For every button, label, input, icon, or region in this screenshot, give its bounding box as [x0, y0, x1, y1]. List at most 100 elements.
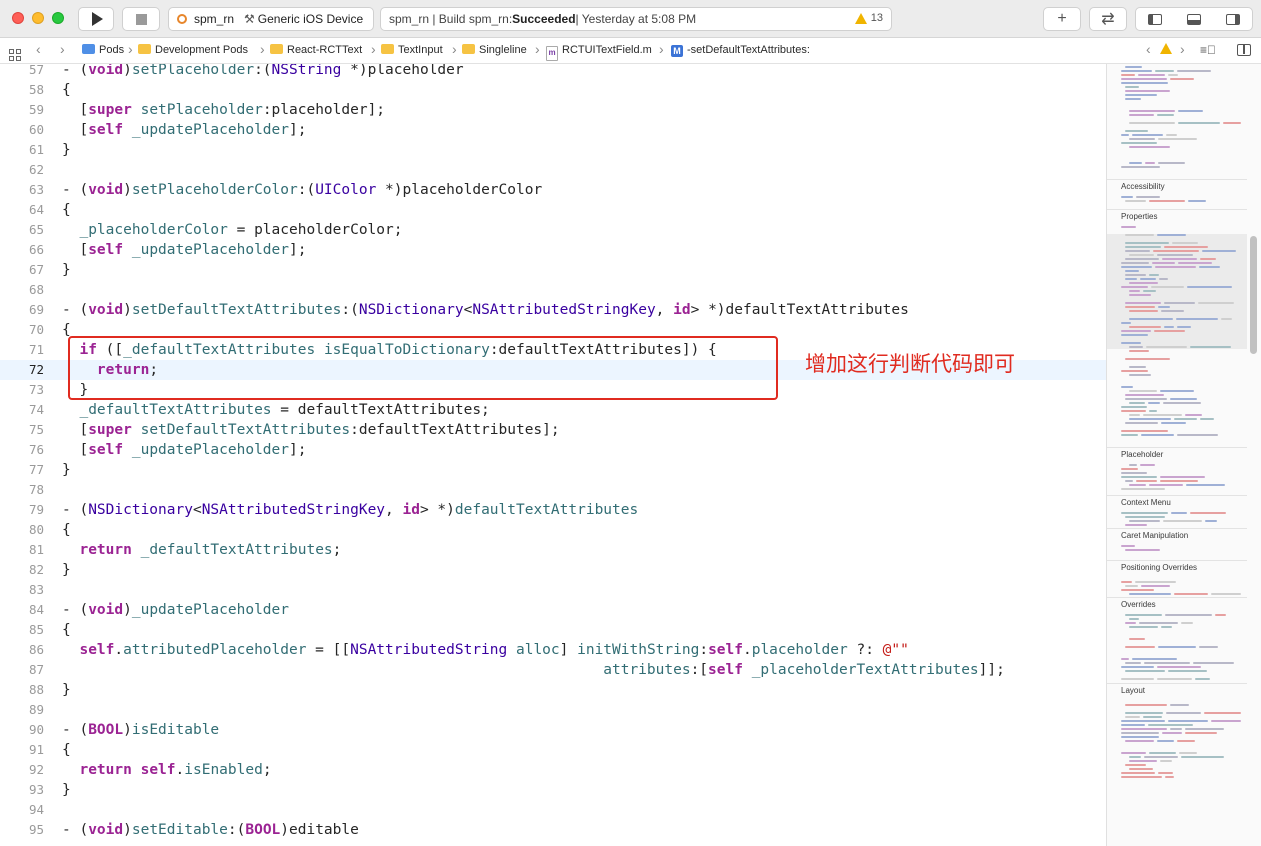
line-number[interactable]: 87: [0, 660, 44, 680]
breadcrumb-pods[interactable]: Pods: [82, 44, 124, 56]
line-number[interactable]: 84: [0, 600, 44, 620]
code-line[interactable]: 92 return self.isEnabled;: [0, 760, 1106, 780]
line-number[interactable]: 59: [0, 100, 44, 120]
line-number[interactable]: 78: [0, 480, 44, 500]
code-line[interactable]: 91 {: [0, 740, 1106, 760]
minimap-section-label[interactable]: Properties: [1121, 212, 1157, 221]
code-line[interactable]: 77}: [0, 460, 1106, 480]
code-line[interactable]: 59 [super setPlaceholder:placeholder];: [0, 100, 1106, 120]
code-review-button[interactable]: ⇄: [1089, 7, 1127, 31]
code-line[interactable]: 63 - (void)setPlaceholderColor:(UIColor *…: [0, 180, 1106, 200]
code-line[interactable]: 86 self.attributedPlaceholder = [[NSAttr…: [0, 640, 1106, 660]
breadcrumb-file[interactable]: m RCTUITextField.m: [546, 44, 652, 61]
code-line[interactable]: 58 {: [0, 80, 1106, 100]
vertical-scrollbar[interactable]: [1250, 236, 1257, 354]
code-line[interactable]: 60 [self _updatePlaceholder];: [0, 120, 1106, 140]
minimap[interactable]: Accessibility Properties Placeholder Contex…: [1106, 64, 1261, 846]
code-line[interactable]: 65 _placeholderColor = placeholderColor;: [0, 220, 1106, 240]
line-number[interactable]: 89: [0, 700, 44, 720]
line-number[interactable]: 82: [0, 560, 44, 580]
line-number[interactable]: 85: [0, 620, 44, 640]
line-number[interactable]: 68: [0, 280, 44, 300]
related-items-icon[interactable]: [9, 45, 21, 61]
line-number[interactable]: 58: [0, 80, 44, 100]
line-number[interactable]: 90: [0, 720, 44, 740]
line-number[interactable]: 81: [0, 540, 44, 560]
breadcrumb-development-pods[interactable]: Development Pods: [138, 44, 248, 56]
editor-options-icon[interactable]: ≡⃞: [1200, 43, 1216, 57]
close-window-button[interactable]: [12, 12, 24, 24]
line-number[interactable]: 65: [0, 220, 44, 240]
code-line[interactable]: 88}: [0, 680, 1106, 700]
code-line[interactable]: 64 {: [0, 200, 1106, 220]
line-number[interactable]: 57: [0, 64, 44, 80]
breadcrumb-singleline[interactable]: Singleline: [462, 44, 527, 56]
activity-viewer[interactable]: spm_rn | Build spm_rn: Succeeded | Yeste…: [380, 7, 892, 31]
minimap-section-label[interactable]: Accessibility: [1121, 182, 1165, 191]
code-line[interactable]: 81 return _defaultTextAttributes;: [0, 540, 1106, 560]
code-line[interactable]: 83: [0, 580, 1106, 600]
minimap-section-label[interactable]: Caret Manipulation: [1121, 531, 1188, 540]
code-line[interactable]: 78: [0, 480, 1106, 500]
minimap-section-label[interactable]: Positioning Overrides: [1121, 563, 1197, 572]
source-editor[interactable]: 57- (void)setPlaceholder:(NSString *)pla…: [0, 64, 1106, 846]
code-line[interactable]: 75 [super setDefaultTextAttributes:defau…: [0, 420, 1106, 440]
code-line[interactable]: 79 - (NSDictionary<NSAttributedStringKey,…: [0, 500, 1106, 520]
line-number[interactable]: 93: [0, 780, 44, 800]
line-number[interactable]: 74: [0, 400, 44, 420]
code-line[interactable]: 67}: [0, 260, 1106, 280]
code-line[interactable]: 94: [0, 800, 1106, 820]
line-number[interactable]: 69: [0, 300, 44, 320]
back-chevron-icon[interactable]: ‹: [36, 41, 41, 57]
minimap-section-label[interactable]: Placeholder: [1121, 450, 1163, 459]
line-number[interactable]: 92: [0, 760, 44, 780]
navigator-toggle-icon[interactable]: [1148, 13, 1163, 25]
line-number[interactable]: 86: [0, 640, 44, 660]
line-number[interactable]: 79: [0, 500, 44, 520]
breadcrumb-method[interactable]: M -setDefaultTextAttributes:: [671, 44, 810, 57]
zoom-window-button[interactable]: [52, 12, 64, 24]
previous-issue-chevron-icon[interactable]: ‹: [1146, 41, 1151, 57]
code-line[interactable]: 66 [self _updatePlaceholder];: [0, 240, 1106, 260]
code-line[interactable]: 74 _defaultTextAttributes = defaultTextA…: [0, 400, 1106, 420]
line-number[interactable]: 62: [0, 160, 44, 180]
code-line[interactable]: 87 attributes:[self _placeholderTextAttr…: [0, 660, 1106, 680]
code-line[interactable]: 80 {: [0, 520, 1106, 540]
code-line[interactable]: 57 - (void)setPlaceholder:(NSString *)pla…: [0, 64, 1106, 80]
line-number[interactable]: 83: [0, 580, 44, 600]
line-number[interactable]: 72: [0, 360, 44, 380]
minimize-window-button[interactable]: [32, 12, 44, 24]
code-line[interactable]: 95 - (void)setEditable:(BOOL)editable: [0, 820, 1106, 840]
line-number[interactable]: 94: [0, 800, 44, 820]
line-number[interactable]: 66: [0, 240, 44, 260]
line-number[interactable]: 67: [0, 260, 44, 280]
next-issue-chevron-icon[interactable]: ›: [1180, 41, 1185, 57]
issue-warning-icon[interactable]: [1160, 43, 1176, 57]
code-line[interactable]: 85 {: [0, 620, 1106, 640]
run-button[interactable]: [78, 7, 114, 31]
minimap-section-label[interactable]: Context Menu: [1121, 498, 1171, 507]
scheme-selector[interactable]: spm_rn ⚒ Generic iOS Device: [168, 7, 374, 31]
line-number[interactable]: 60: [0, 120, 44, 140]
forward-chevron-icon[interactable]: ›: [60, 41, 65, 57]
stop-button[interactable]: [122, 7, 160, 31]
code-line[interactable]: 68: [0, 280, 1106, 300]
code-line[interactable]: 90 - (BOOL)isEditable: [0, 720, 1106, 740]
line-number[interactable]: 63: [0, 180, 44, 200]
line-number[interactable]: 73: [0, 380, 44, 400]
breadcrumb-textinput[interactable]: TextInput: [381, 44, 443, 56]
add-editor-icon[interactable]: [1237, 44, 1251, 59]
line-number[interactable]: 70: [0, 320, 44, 340]
inspector-toggle-icon[interactable]: [1225, 13, 1240, 25]
breadcrumb-react-rcttext[interactable]: React-RCTText: [270, 44, 362, 56]
code-line[interactable]: 69 - (void)setDefaultTextAttributes:(NSDi…: [0, 300, 1106, 320]
line-number[interactable]: 88: [0, 680, 44, 700]
code-line[interactable]: 93}: [0, 780, 1106, 800]
line-number[interactable]: 77: [0, 460, 44, 480]
line-number[interactable]: 91: [0, 740, 44, 760]
code-line[interactable]: 84 - (void)_updatePlaceholder: [0, 600, 1106, 620]
library-button[interactable]: +: [1043, 7, 1081, 31]
code-line[interactable]: 61}: [0, 140, 1106, 160]
code-line[interactable]: 76 [self _updatePlaceholder];: [0, 440, 1106, 460]
line-number[interactable]: 71: [0, 340, 44, 360]
